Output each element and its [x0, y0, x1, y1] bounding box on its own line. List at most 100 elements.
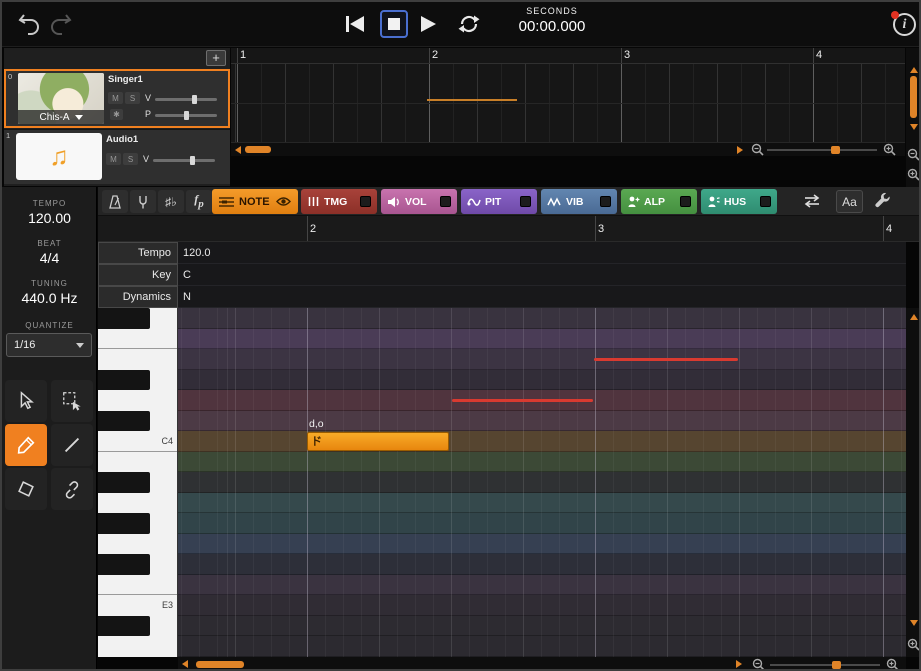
piano-key-A#3[interactable]	[98, 472, 177, 493]
note-event[interactable]: ド	[307, 432, 449, 451]
tab-pit-checkbox[interactable]	[520, 196, 531, 207]
tab-tmg[interactable]: TMG	[301, 189, 377, 214]
dynamics-row-label[interactable]: Dynamics	[98, 286, 178, 308]
scroll-up-icon[interactable]	[909, 67, 918, 73]
tab-hus-checkbox[interactable]	[760, 196, 771, 207]
loop-icon[interactable]	[457, 12, 481, 36]
stop-button[interactable]	[380, 10, 408, 38]
metronome-button[interactable]	[102, 190, 128, 213]
h-zoom-slider[interactable]	[770, 660, 880, 669]
roll-v-scrollbar[interactable]	[906, 308, 919, 657]
timeline-ruler[interactable]: 1 2 3 4	[231, 48, 905, 64]
roll-h-scrollbar[interactable]	[178, 657, 906, 669]
piano-key-C#4[interactable]	[98, 410, 177, 431]
scroll-left-icon[interactable]	[235, 145, 241, 154]
tab-vib[interactable]: VIB	[541, 189, 617, 214]
h-zoom-slider[interactable]	[767, 146, 877, 154]
timeline-grid[interactable]	[231, 64, 905, 143]
solo-button[interactable]: S	[125, 92, 140, 104]
v-zoom-in-icon[interactable]	[907, 638, 919, 651]
scroll-right-icon[interactable]	[736, 660, 742, 668]
piano-key-C4[interactable]: C4	[98, 431, 177, 452]
track-row-singer1[interactable]: 0 Chis-A Singer1 M S V ✱ P	[4, 69, 230, 128]
skip-to-start-icon[interactable]	[344, 14, 366, 34]
editor-ruler[interactable]: 2 3 4	[98, 216, 919, 242]
zoom-out-icon[interactable]	[751, 143, 764, 156]
pan-slider[interactable]	[155, 111, 217, 120]
pointer-tool-button[interactable]	[5, 380, 47, 422]
tab-vol-checkbox[interactable]	[440, 196, 451, 207]
info-button[interactable]: i	[891, 11, 916, 36]
key-row-label[interactable]: Key	[98, 264, 178, 286]
swap-arrows-icon[interactable]	[802, 194, 822, 208]
eraser-tool-button[interactable]	[5, 468, 47, 510]
tempo-row-value[interactable]: 120.0	[178, 242, 906, 264]
zoom-out-icon[interactable]	[752, 658, 765, 669]
piano-roll[interactable]: d,o ド	[178, 308, 906, 657]
redo-icon[interactable]	[48, 12, 74, 36]
tuning-fork-button[interactable]	[130, 190, 156, 213]
text-style-button[interactable]: Aa	[836, 190, 863, 213]
piano-key-B3[interactable]	[98, 451, 177, 472]
tab-tmg-checkbox[interactable]	[360, 196, 371, 207]
tab-alp[interactable]: ALP	[621, 189, 697, 214]
piano-key-E3[interactable]: E3	[98, 595, 177, 616]
dynamics-row-value[interactable]: N	[178, 286, 906, 308]
quantize-select[interactable]: 1/16	[6, 333, 92, 357]
rect-select-tool-button[interactable]	[51, 380, 93, 422]
piano-key-F3[interactable]	[98, 574, 177, 595]
zoom-in-icon[interactable]	[883, 143, 896, 156]
wrench-icon[interactable]	[874, 192, 891, 209]
star-button[interactable]: ✱	[110, 109, 123, 120]
tab-alp-checkbox[interactable]	[680, 196, 691, 207]
dynamics-button[interactable]: f p	[186, 190, 212, 213]
piano-key-F#4[interactable]	[98, 308, 177, 329]
scroll-down-icon[interactable]	[909, 124, 918, 130]
volume-slider-handle[interactable]	[192, 95, 197, 104]
singing-clip-segment[interactable]	[427, 99, 517, 101]
piano-key-F#3[interactable]	[98, 554, 177, 575]
tab-note[interactable]: NOTE	[212, 189, 298, 214]
add-track-button[interactable]: +	[206, 50, 226, 66]
v-zoom-in-icon[interactable]	[907, 168, 919, 181]
tab-hus[interactable]: HUS	[701, 189, 777, 214]
piano-key-A3[interactable]	[98, 492, 177, 513]
voice-selector[interactable]: Chis-A	[18, 110, 104, 124]
volume-slider[interactable]	[153, 156, 215, 165]
piano-key-G#3[interactable]	[98, 513, 177, 534]
piano-key-D3[interactable]	[98, 636, 177, 657]
tab-pit[interactable]: PIT	[461, 189, 537, 214]
mute-button[interactable]: M	[108, 92, 123, 104]
accidentals-button[interactable]: ♯♭	[158, 190, 184, 213]
audio-track-thumbnail[interactable]: ♫	[16, 133, 102, 180]
h-scroll-handle[interactable]	[245, 146, 271, 153]
scroll-up-icon[interactable]	[909, 314, 918, 320]
pencil-tool-button[interactable]	[5, 424, 47, 466]
v-scroll-handle[interactable]	[910, 76, 917, 118]
tempo-row-label[interactable]: Tempo	[98, 242, 178, 264]
h-zoom-handle[interactable]	[831, 146, 840, 154]
piano-key-E4[interactable]	[98, 349, 177, 370]
play-button[interactable]	[418, 14, 438, 34]
piano-key-D#3[interactable]	[98, 615, 177, 636]
scroll-down-icon[interactable]	[909, 620, 918, 626]
piano-key-G3[interactable]	[98, 533, 177, 554]
h-scroll-handle[interactable]	[196, 660, 244, 668]
h-zoom-handle[interactable]	[832, 660, 841, 669]
volume-slider-handle[interactable]	[190, 156, 195, 165]
mute-button[interactable]: M	[106, 153, 121, 165]
key-row-value[interactable]: C	[178, 264, 906, 286]
timeline-h-scrollbar[interactable]	[231, 143, 905, 156]
scroll-left-icon[interactable]	[182, 660, 188, 668]
piano-key-F4[interactable]	[98, 328, 177, 349]
piano-key-D#4[interactable]	[98, 369, 177, 390]
tab-vol[interactable]: VOL	[381, 189, 457, 214]
singer-avatar[interactable]: Chis-A	[18, 73, 104, 124]
eye-icon[interactable]	[276, 196, 291, 207]
piano-key-D4[interactable]	[98, 390, 177, 411]
volume-slider[interactable]	[155, 95, 217, 104]
unlink-tool-button[interactable]	[51, 468, 93, 510]
tab-vib-checkbox[interactable]	[600, 196, 611, 207]
timeline-v-scrollbar[interactable]	[906, 48, 919, 187]
line-tool-button[interactable]	[51, 424, 93, 466]
